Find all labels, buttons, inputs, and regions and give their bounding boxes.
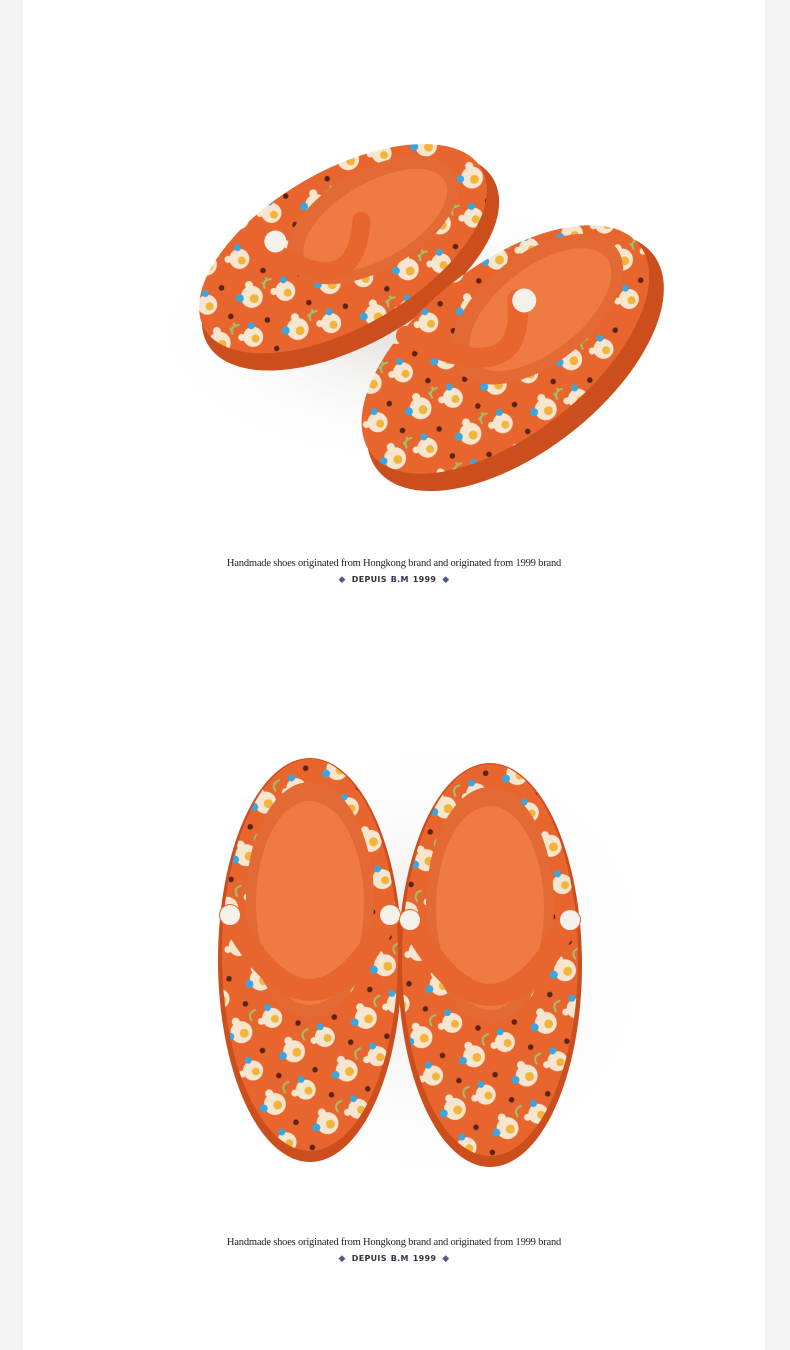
diamond-icon: ◆ [442,575,450,585]
product-detail-page: Handmade shoes originated from Hongkong … [23,0,765,1350]
product-photo-side-view [143,143,683,492]
diamond-icon: ◆ [338,1254,346,1264]
product-section-2: Handmade shoes originated from Hongkong … [23,680,765,1350]
product-caption: Handmade shoes originated from Hongkong … [226,1237,562,1248]
product-caption: Handmade shoes originated from Hongkong … [226,558,562,569]
brand-line: ◆ DEPUIS B.M 1999 ◆ [23,1254,765,1264]
brand-year: 1999 [412,575,437,584]
diamond-icon: ◆ [442,1254,450,1264]
brand-depuis: DEPUIS [351,1254,387,1263]
product-section-1: Handmade shoes originated from Hongkong … [23,0,765,680]
brand-line: ◆ DEPUIS B.M 1999 ◆ [23,575,765,585]
diamond-icon: ◆ [338,575,346,585]
brand-depuis: DEPUIS [351,575,387,584]
brand-mark: B.M [390,1254,409,1263]
brand-year: 1999 [412,1254,437,1263]
product-photo-top-view [203,730,663,1190]
brand-mark: B.M [390,575,409,584]
